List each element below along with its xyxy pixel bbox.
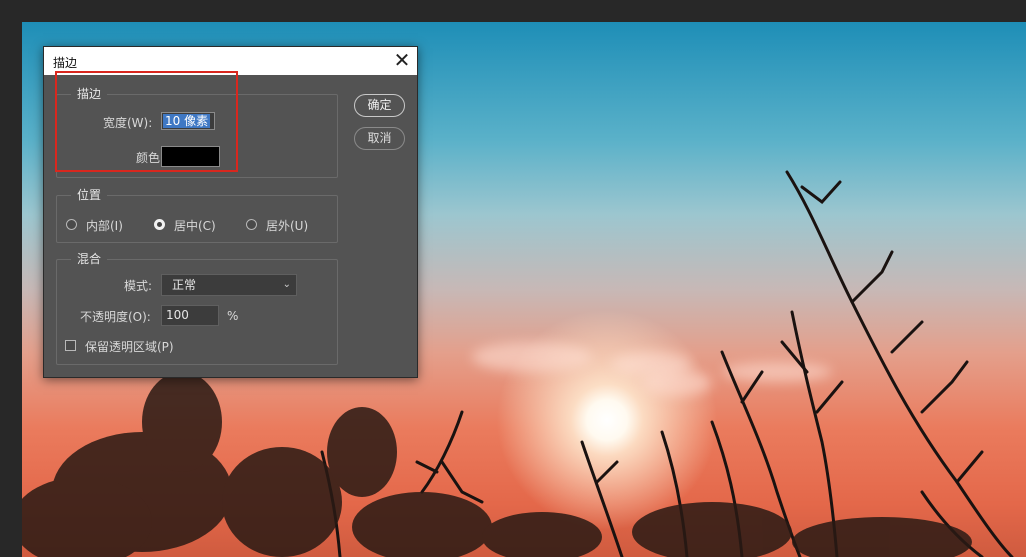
ok-button[interactable]: 确定 — [354, 94, 405, 117]
opacity-unit: % — [227, 309, 239, 323]
radio-inside[interactable] — [66, 219, 77, 230]
cancel-button[interactable]: 取消 — [354, 127, 405, 150]
mode-label: 模式: — [124, 279, 153, 293]
opacity-input[interactable]: 100 — [161, 305, 219, 326]
close-icon[interactable]: ✕ — [387, 47, 417, 75]
radio-center[interactable] — [154, 219, 165, 230]
dialog-title: 描边 — [53, 56, 78, 70]
position-group-title: 位置 — [71, 187, 108, 203]
opacity-value: 100 — [166, 308, 189, 322]
radio-center-label[interactable]: 居中(C) — [174, 217, 216, 234]
radio-inside-label[interactable]: 内部(I) — [86, 217, 123, 234]
blend-mode-value: 正常 — [172, 278, 197, 292]
radio-outside-label[interactable]: 居外(U) — [266, 217, 308, 234]
annotation-highlight-box — [55, 71, 238, 172]
blend-mode-select[interactable]: 正常 ⌄ — [161, 274, 297, 296]
opacity-label: 不透明度(O): — [80, 310, 151, 324]
preserve-transparency-checkbox[interactable] — [65, 340, 76, 351]
radio-outside[interactable] — [246, 219, 257, 230]
blend-group-title: 混合 — [71, 251, 108, 267]
chevron-down-icon: ⌄ — [282, 279, 291, 290]
preserve-transparency-label[interactable]: 保留透明区域(P) — [85, 338, 174, 355]
